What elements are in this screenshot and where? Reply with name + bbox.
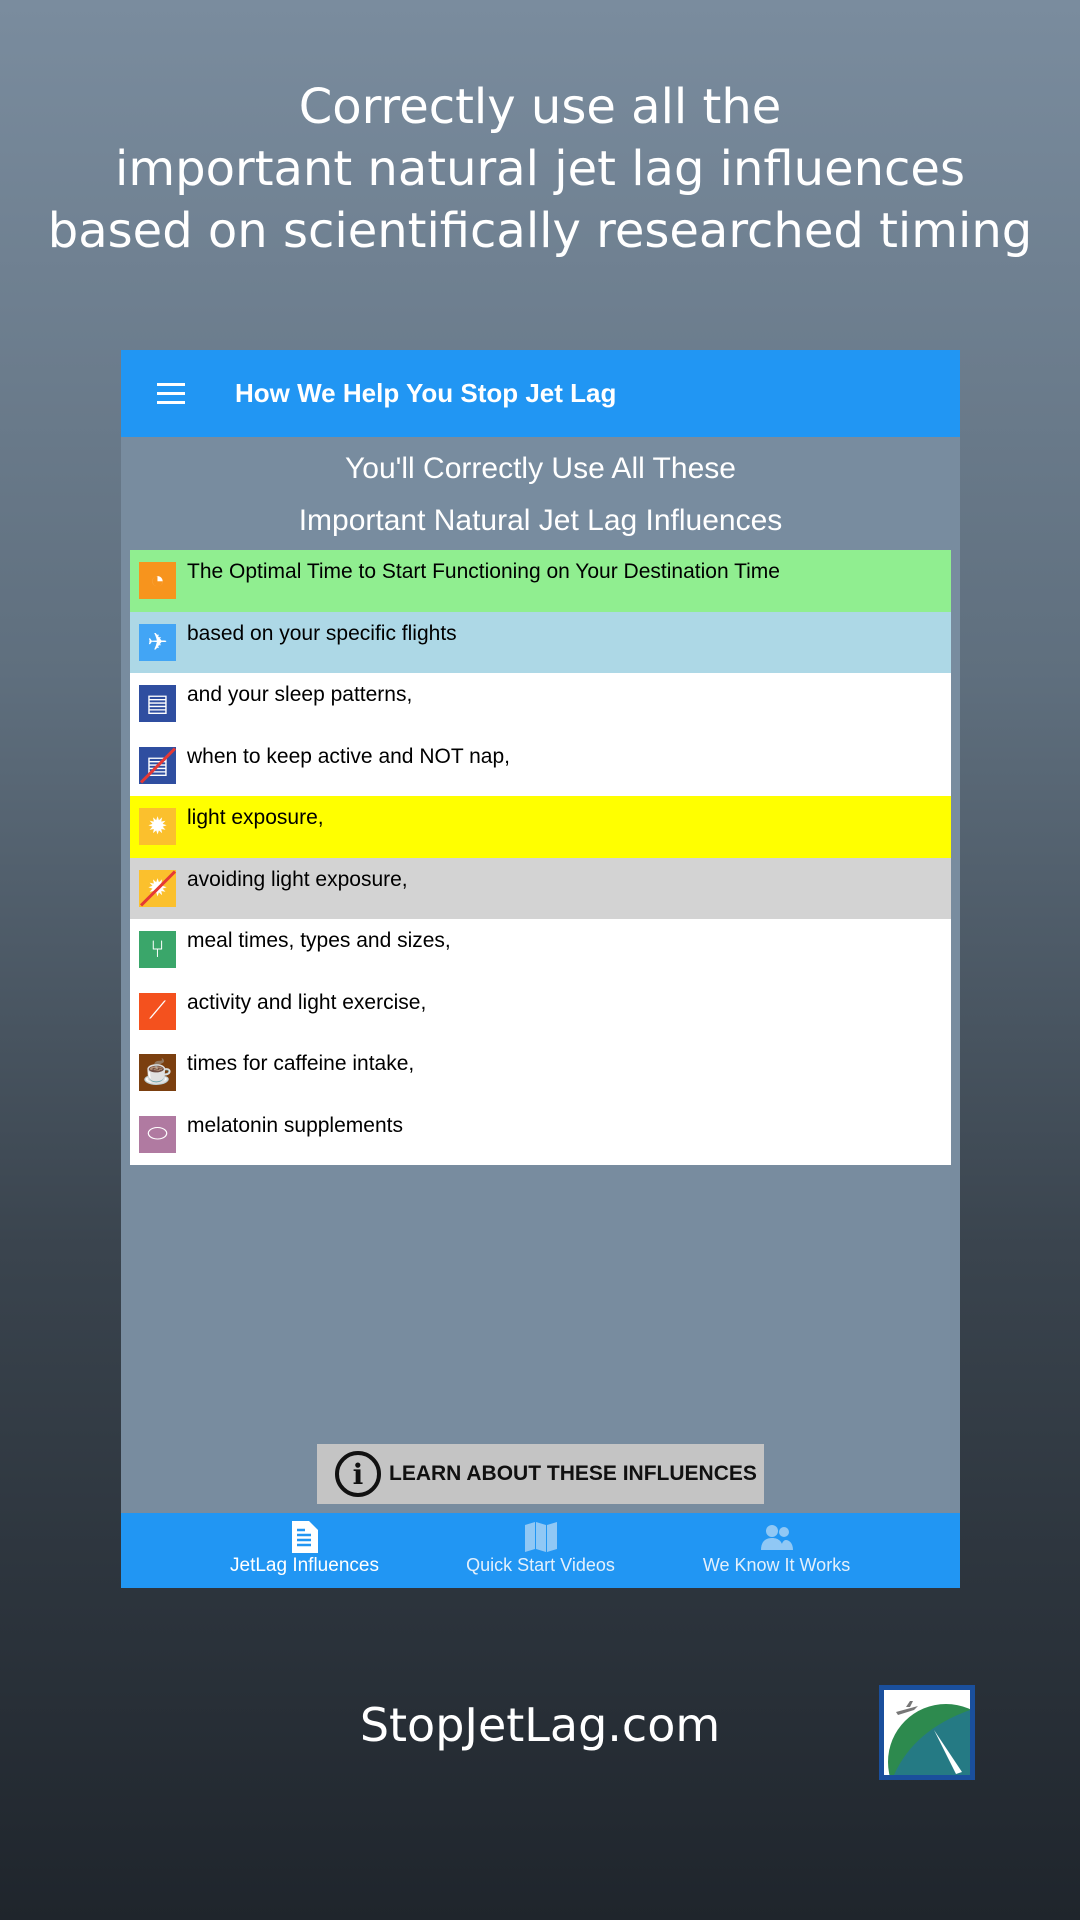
- pill-icon: ⬭: [139, 1115, 176, 1153]
- document-icon: [291, 1521, 318, 1553]
- list-item: ⬭ melatonin supplements: [130, 1103, 951, 1165]
- list-item-label: based on your specific flights: [187, 621, 457, 645]
- airplane-icon: ✈: [139, 623, 176, 661]
- meal-icon: ⑂: [139, 931, 176, 968]
- list-item-label: meal times, types and sizes,: [187, 929, 451, 952]
- list-item-label: and your sleep patterns,: [187, 683, 413, 706]
- list-item: ◔ The Optimal Time to Start Functioning o…: [130, 550, 951, 612]
- coffee-icon: ☕: [139, 1054, 176, 1091]
- hamburger-menu-icon[interactable]: [157, 383, 185, 404]
- list-item-label: when to keep active and NOT nap,: [187, 744, 510, 768]
- learn-button-label: LEARN ABOUT THESE INFLUENCES: [389, 1462, 757, 1485]
- tab-quick-start-videos[interactable]: Quick Start Videos: [423, 1513, 659, 1588]
- tab-label: JetLag Influences: [230, 1555, 379, 1576]
- list-item-label: melatonin supplements: [187, 1113, 403, 1137]
- list-item: ⑂ meal times, types and sizes,: [130, 919, 951, 981]
- list-item: ✹ avoiding light exposure,: [130, 857, 951, 919]
- headline-line: important natural jet lag influences: [115, 141, 965, 197]
- app-bar: How We Help You Stop Jet Lag: [121, 350, 960, 437]
- map-icon: [524, 1522, 557, 1552]
- influence-list: ◔ The Optimal Time to Start Functioning o…: [130, 550, 951, 1165]
- list-item-label: light exposure,: [187, 806, 324, 829]
- bed-icon: ▤: [139, 685, 176, 722]
- subtitle: You'll Correctly Use All These Important…: [121, 443, 960, 547]
- headline-line: based on scientifically researched timin…: [47, 203, 1033, 259]
- no-sun-icon: ✹: [139, 869, 176, 907]
- list-item-label: activity and light exercise,: [187, 990, 427, 1014]
- learn-button[interactable]: i LEARN ABOUT THESE INFLUENCES: [317, 1444, 764, 1504]
- clock-icon: ◔: [139, 562, 176, 599]
- app-screen: How We Help You Stop Jet Lag You'll Corr…: [121, 350, 960, 1588]
- bottom-nav: JetLag Influences Quick Start Videos We …: [121, 1513, 960, 1588]
- list-item: ☕ times for caffeine intake,: [130, 1042, 951, 1104]
- subtitle-line: You'll Correctly Use All These: [345, 452, 736, 485]
- headline: Correctly use all the important natural …: [0, 76, 1080, 262]
- list-item: ▤ when to keep active and NOT nap,: [130, 734, 951, 796]
- list-item-label: times for caffeine intake,: [187, 1052, 415, 1075]
- tab-we-know-it-works[interactable]: We Know It Works: [659, 1513, 895, 1588]
- info-icon: i: [335, 1451, 381, 1497]
- list-item: ▤ and your sleep patterns,: [130, 673, 951, 735]
- sun-icon: ✹: [139, 808, 176, 845]
- people-icon: [760, 1525, 793, 1550]
- exercise-icon: ⟋: [139, 992, 176, 1030]
- no-bed-icon: ▤: [139, 746, 176, 784]
- tab-label: Quick Start Videos: [466, 1555, 615, 1575]
- tab-label: We Know It Works: [702, 1555, 851, 1575]
- tab-jetlag-influences[interactable]: JetLag Influences: [187, 1513, 423, 1588]
- list-item: ✈ based on your specific flights: [130, 611, 951, 673]
- headline-line: Correctly use all the: [298, 79, 782, 135]
- list-item: ✹ light exposure,: [130, 796, 951, 858]
- list-item: ⟋ activity and light exercise,: [130, 980, 951, 1042]
- list-item-label: The Optimal Time to Start Functioning on…: [187, 560, 780, 583]
- stopjetlag-logo: [879, 1685, 1004, 1820]
- list-item-label: avoiding light exposure,: [187, 867, 408, 891]
- app-title: How We Help You Stop Jet Lag: [235, 378, 617, 408]
- subtitle-line: Important Natural Jet Lag Influences: [298, 504, 783, 537]
